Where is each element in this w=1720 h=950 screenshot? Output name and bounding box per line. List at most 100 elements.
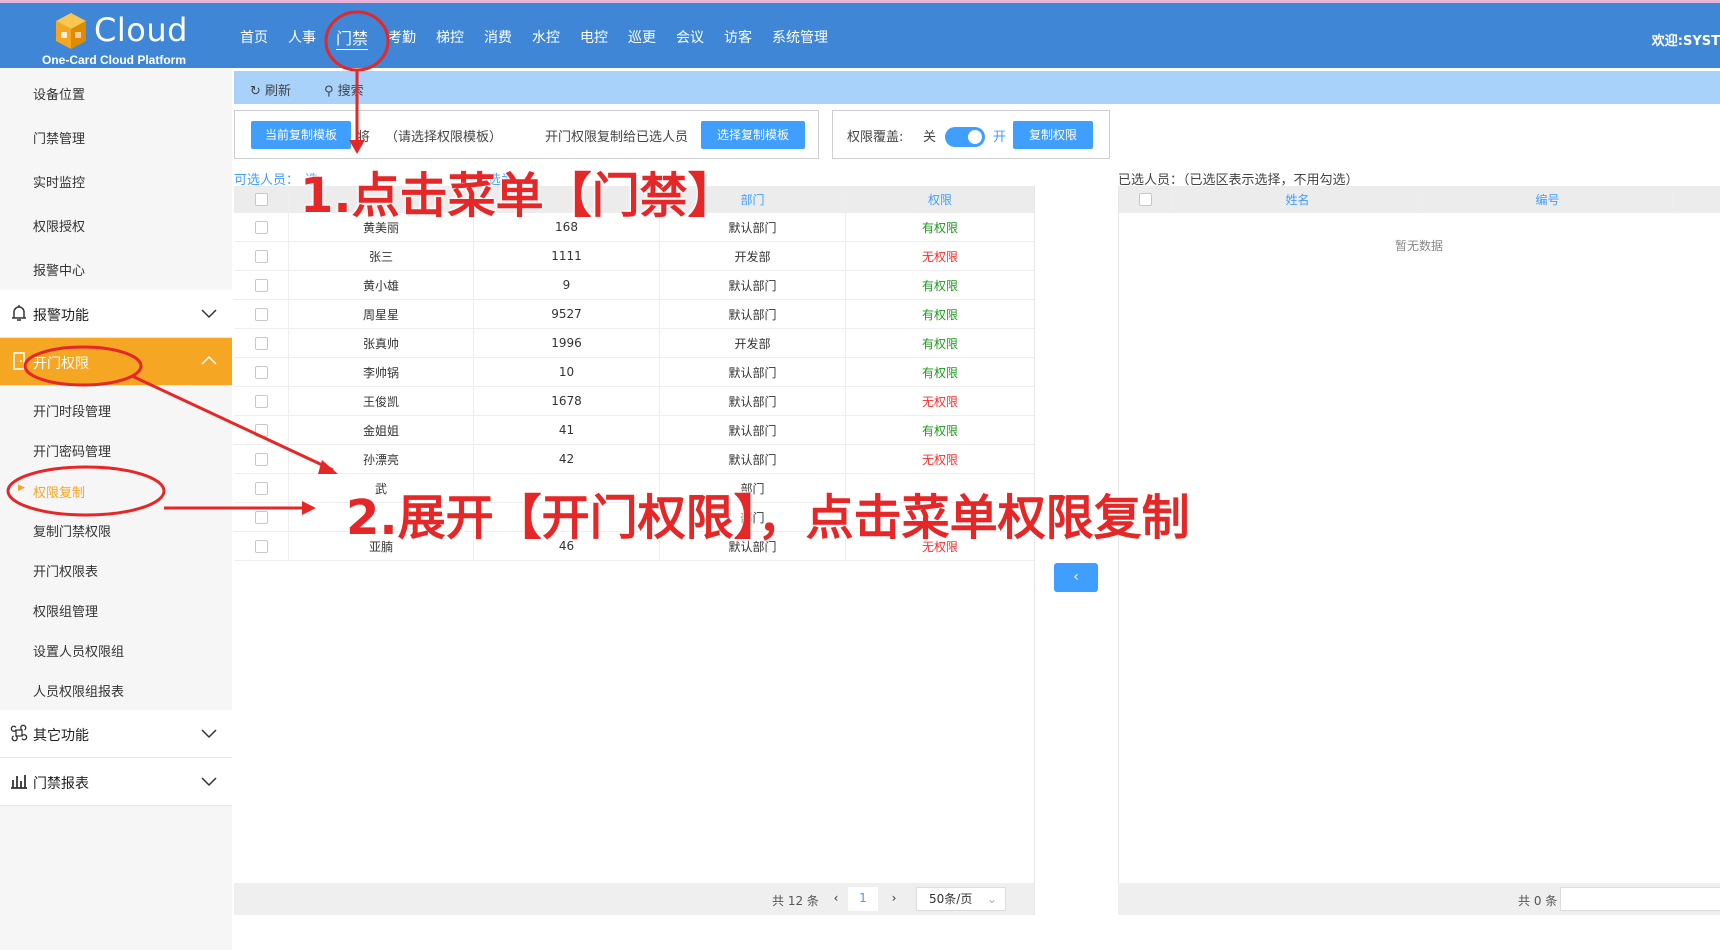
nav-home[interactable]: 首页 bbox=[240, 27, 268, 51]
row-checkbox[interactable] bbox=[254, 423, 268, 437]
row-checkbox[interactable] bbox=[254, 307, 268, 321]
nav-meeting[interactable]: 会议 bbox=[676, 27, 704, 51]
empty-state: 暂无数据 bbox=[1394, 239, 1443, 253]
row-number: 1678 bbox=[474, 387, 660, 415]
nav-system[interactable]: 系统管理 bbox=[772, 27, 828, 51]
sidebar-item-time-period[interactable]: 开门时段管理 bbox=[33, 401, 111, 420]
sidebar-group-open-label: 开门权限 bbox=[33, 356, 89, 372]
top-header: Cloud One-Card Cloud Platform 首页 人事 门禁 考… bbox=[0, 0, 1720, 68]
current-template-button[interactable]: 当前复制模板 bbox=[251, 121, 351, 149]
left-pagination: 共 12 条 ‹ 1 › 50条/页 ⌄ bbox=[234, 883, 1034, 915]
chevron-up-icon bbox=[201, 355, 217, 365]
nav-consumption[interactable]: 消费 bbox=[484, 27, 512, 51]
sidebar-item-set-person-group[interactable]: 设置人员权限组 bbox=[33, 641, 124, 660]
table-row[interactable]: 张真帅 1996 开发部 有权限 bbox=[234, 329, 1034, 358]
row-checkbox[interactable] bbox=[254, 336, 268, 350]
row-checkbox-cell bbox=[234, 213, 289, 241]
row-permission: 有权限 bbox=[921, 220, 958, 235]
table-row[interactable]: 孙漂亮 42 默认部门 无权限 bbox=[234, 445, 1034, 474]
sidebar-item-person-group-report[interactable]: 人员权限组报表 bbox=[33, 681, 124, 700]
table-row[interactable]: 王俊凯 1678 默认部门 无权限 bbox=[234, 387, 1034, 416]
row-checkbox[interactable] bbox=[254, 220, 268, 234]
table-row[interactable]: 黄小雄 9 默认部门 有权限 bbox=[234, 271, 1034, 300]
row-permission: 有权限 bbox=[921, 336, 958, 351]
row-checkbox[interactable] bbox=[254, 249, 268, 263]
sidebar-item-open-permission-table[interactable]: 开门权限表 bbox=[33, 561, 98, 580]
selected-select-all-checkbox[interactable] bbox=[1138, 193, 1152, 206]
row-name: 王俊凯 bbox=[289, 387, 474, 415]
row-number: 9 bbox=[474, 271, 660, 299]
nav-electric[interactable]: 电控 bbox=[580, 27, 608, 51]
row-checkbox[interactable] bbox=[254, 539, 268, 553]
page-number[interactable]: 1 bbox=[848, 887, 878, 911]
choose-template-button[interactable]: 选择复制模板 bbox=[701, 121, 805, 149]
annotation-step2: 2.展开【开门权限】，点击菜单权限复制 bbox=[346, 490, 1190, 546]
header-permission: 权限 bbox=[927, 193, 952, 207]
left-panel-border bbox=[1034, 186, 1035, 915]
next-page-button[interactable]: › bbox=[882, 887, 906, 911]
search-icon: ⚲ bbox=[324, 84, 338, 99]
right-panel-border bbox=[1118, 186, 1119, 915]
sidebar-group-alarm[interactable]: 报警功能 bbox=[0, 290, 232, 338]
sidebar-item-device-location[interactable]: 设备位置 bbox=[33, 84, 85, 103]
table-row[interactable]: 李帅锅 10 默认部门 有权限 bbox=[234, 358, 1034, 387]
row-dept: 开发部 bbox=[660, 329, 846, 357]
row-name: 李帅锅 bbox=[289, 358, 474, 386]
selected-page-box[interactable] bbox=[1560, 887, 1720, 911]
nav-visitor[interactable]: 访客 bbox=[724, 27, 752, 51]
copy-permission-button[interactable]: 复制权限 bbox=[1013, 121, 1093, 149]
nav-attendance[interactable]: 考勤 bbox=[388, 27, 416, 51]
selected-header-checkbox-cell bbox=[1118, 186, 1173, 213]
sidebar-item-alarm-center[interactable]: 报警中心 bbox=[33, 260, 85, 279]
refresh-icon: ↻ bbox=[250, 84, 266, 99]
row-permission: 无权限 bbox=[921, 452, 958, 467]
sidebar-group-other[interactable]: 其它功能 bbox=[0, 710, 232, 758]
move-left-button[interactable]: ‹ bbox=[1054, 563, 1098, 592]
override-on: 开 bbox=[993, 130, 1007, 145]
right-pagination: 共 0 条 bbox=[1118, 883, 1720, 915]
row-permission: 无权限 bbox=[921, 394, 958, 409]
selected-table-header: 姓名 编号 bbox=[1118, 186, 1720, 213]
row-checkbox[interactable] bbox=[254, 481, 268, 495]
row-dept: 默认部门 bbox=[660, 387, 846, 415]
sidebar-item-door-management[interactable]: 门禁管理 bbox=[33, 128, 85, 147]
sidebar-item-copy-door-permission[interactable]: 复制门禁权限 bbox=[33, 521, 111, 540]
override-switch[interactable] bbox=[945, 127, 985, 147]
row-checkbox[interactable] bbox=[254, 278, 268, 292]
row-number: 1996 bbox=[474, 329, 660, 357]
nav-personnel[interactable]: 人事 bbox=[288, 27, 316, 51]
table-row[interactable]: 金姐姐 41 默认部门 有权限 bbox=[234, 416, 1034, 445]
nav-access-control[interactable]: 门禁 bbox=[336, 25, 368, 51]
sidebar-group-open-permission[interactable]: 开门权限 bbox=[0, 338, 232, 386]
sidebar-item-realtime-monitor[interactable]: 实时监控 bbox=[33, 172, 85, 191]
row-dept: 默认部门 bbox=[660, 300, 846, 328]
table-row[interactable]: 周星星 9527 默认部门 有权限 bbox=[234, 300, 1034, 329]
nav-patrol[interactable]: 巡更 bbox=[628, 27, 656, 51]
select-all-checkbox[interactable] bbox=[254, 193, 268, 206]
sidebar-item-door-password[interactable]: 开门密码管理 bbox=[33, 441, 111, 460]
row-checkbox[interactable] bbox=[254, 394, 268, 408]
selected-header-number: 编号 bbox=[1423, 186, 1673, 213]
sidebar-item-permission-grant[interactable]: 权限授权 bbox=[33, 216, 85, 235]
selected-header-extra bbox=[1673, 186, 1720, 213]
refresh-button[interactable]: ↻ 刷新 bbox=[250, 80, 291, 99]
chevron-down-icon bbox=[201, 309, 217, 319]
nav-water[interactable]: 水控 bbox=[532, 27, 560, 51]
logo-text: Cloud bbox=[94, 11, 188, 49]
nav-elevator[interactable]: 梯控 bbox=[436, 27, 464, 51]
row-checkbox[interactable] bbox=[254, 365, 268, 379]
row-checkbox[interactable] bbox=[254, 510, 268, 524]
prev-page-button[interactable]: ‹ bbox=[824, 887, 848, 911]
row-checkbox-cell bbox=[234, 242, 289, 270]
table-row[interactable]: 张三 1111 开发部 无权限 bbox=[234, 242, 1034, 271]
sidebar-item-permission-copy[interactable]: 权限复制 bbox=[18, 482, 85, 501]
page-size-select[interactable]: 50条/页 ⌄ bbox=[916, 887, 1006, 911]
search-label: 搜索 bbox=[337, 84, 364, 99]
row-permission: 有权限 bbox=[921, 365, 958, 380]
sidebar-item-permission-group[interactable]: 权限组管理 bbox=[33, 601, 98, 620]
sidebar-group-report[interactable]: 门禁报表 bbox=[0, 758, 232, 806]
door-icon bbox=[13, 352, 25, 370]
template-copy-to: 开门权限复制给已选人员 bbox=[545, 130, 689, 145]
search-button[interactable]: ⚲ 搜索 bbox=[324, 80, 364, 99]
row-checkbox[interactable] bbox=[254, 452, 268, 466]
